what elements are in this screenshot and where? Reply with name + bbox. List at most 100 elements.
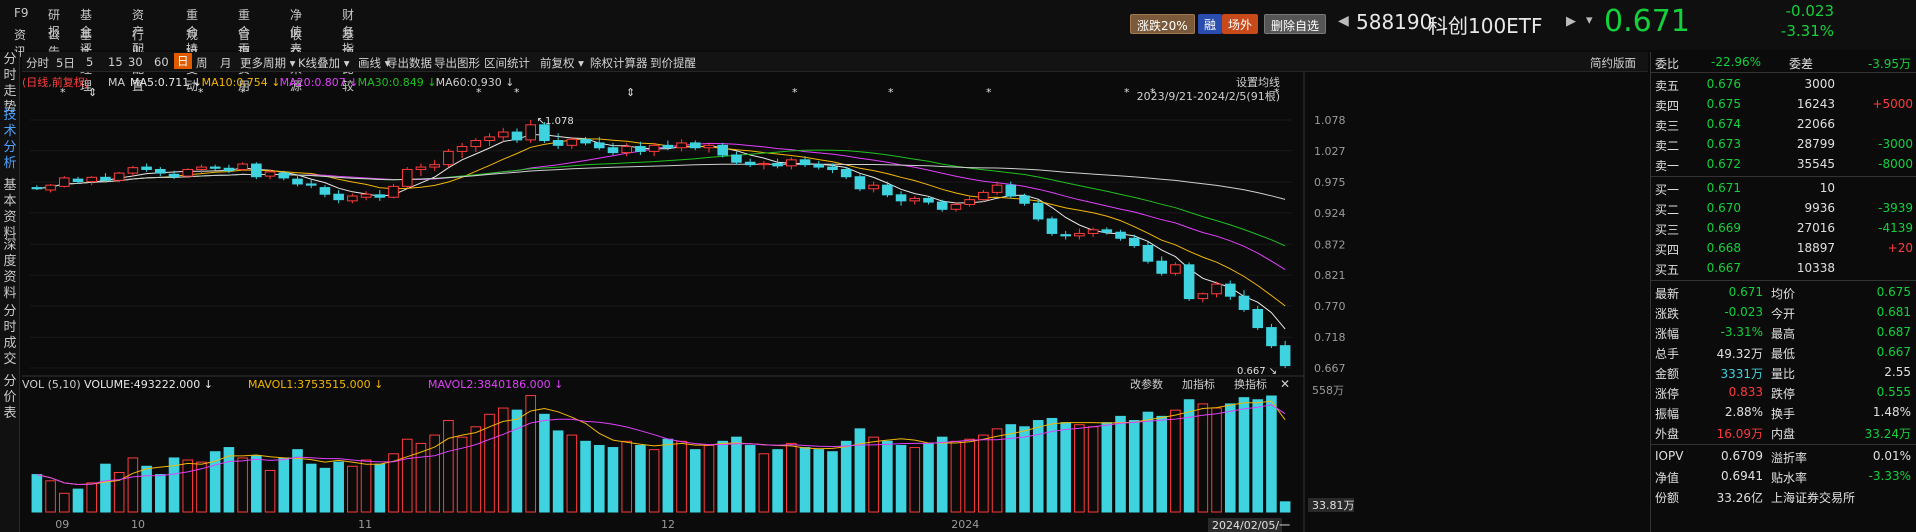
sidebar-item-0[interactable]: 分时走势 xyxy=(0,52,20,116)
candle[interactable] xyxy=(333,189,344,204)
candle[interactable] xyxy=(31,185,43,190)
candle[interactable] xyxy=(1060,231,1071,240)
candle[interactable] xyxy=(813,161,825,170)
toolbar-item-0[interactable]: 分时 xyxy=(26,55,49,71)
candle[interactable] xyxy=(511,128,523,143)
candle[interactable] xyxy=(1156,256,1167,276)
candle[interactable] xyxy=(717,142,729,158)
candle[interactable] xyxy=(141,163,152,172)
toolbar-item-2[interactable]: 5 xyxy=(86,55,93,69)
candle[interactable] xyxy=(1115,229,1126,241)
event-marker[interactable]: * xyxy=(888,86,894,99)
event-marker[interactable]: * xyxy=(240,86,246,99)
candle[interactable] xyxy=(964,196,975,207)
candle[interactable] xyxy=(470,138,482,152)
candle[interactable] xyxy=(1211,281,1222,298)
margin-badge[interactable]: 融 xyxy=(1198,14,1223,34)
sidebar-item-4[interactable]: 分时成交 xyxy=(0,304,20,368)
kline-chart[interactable]: 1.078 1.027 0.975 0.924 0.872 0.821 0.770 0.718… xyxy=(22,72,1648,532)
candle[interactable] xyxy=(388,183,399,199)
toolbar-item-5[interactable]: 60 xyxy=(154,55,169,69)
vol-button-1[interactable]: 加指标 xyxy=(1182,377,1215,391)
sidebar-item-5[interactable]: 分价表 xyxy=(0,374,20,422)
event-marker[interactable]: ⇕ xyxy=(88,86,97,99)
candle[interactable] xyxy=(978,189,989,203)
candle[interactable] xyxy=(45,183,56,193)
event-marker[interactable]: ⇕ xyxy=(626,86,635,99)
candle[interactable] xyxy=(1238,290,1250,312)
candle[interactable] xyxy=(1197,292,1209,303)
close-icon[interactable]: ✕ xyxy=(1280,377,1290,391)
candle[interactable] xyxy=(786,157,797,170)
candle[interactable] xyxy=(237,162,248,171)
toolbar-item-1[interactable]: 5日 xyxy=(56,55,75,71)
candle[interactable] xyxy=(1266,323,1277,349)
candle[interactable] xyxy=(401,167,413,189)
candle[interactable] xyxy=(1142,241,1154,264)
menu-item-0[interactable]: F9 xyxy=(14,6,29,20)
candle[interactable] xyxy=(347,193,358,204)
candle[interactable] xyxy=(772,158,783,169)
sidebar-item-3[interactable]: 深度资料 xyxy=(0,238,20,302)
candle[interactable] xyxy=(1128,234,1140,248)
candle[interactable] xyxy=(1224,280,1236,300)
candle[interactable] xyxy=(689,140,701,151)
remove-favorite-button[interactable]: 删除自选 xyxy=(1264,14,1327,34)
toolbar-item-18[interactable]: 简约版面 xyxy=(1590,55,1636,71)
candle[interactable] xyxy=(127,165,139,177)
candle[interactable] xyxy=(209,164,221,171)
event-marker[interactable]: * xyxy=(1274,86,1280,99)
candle[interactable] xyxy=(909,196,921,205)
candle[interactable] xyxy=(113,171,125,183)
candle[interactable] xyxy=(854,174,866,192)
toolbar-item-3[interactable]: 15 xyxy=(108,55,123,69)
candle[interactable] xyxy=(758,161,770,170)
sidebar-item-2[interactable]: 基本资料 xyxy=(0,178,20,242)
candle[interactable] xyxy=(868,181,879,193)
toolbar-item-9[interactable]: 更多周期 ▾ xyxy=(240,55,295,71)
candle[interactable] xyxy=(374,189,386,201)
toolbar-item-10[interactable]: K线叠加 ▾ xyxy=(298,55,349,71)
vol-button-2[interactable]: 换指标 xyxy=(1234,377,1267,391)
candle[interactable] xyxy=(731,151,742,165)
candle[interactable] xyxy=(251,162,262,180)
event-marker[interactable]: * xyxy=(986,86,992,99)
candle[interactable] xyxy=(882,181,893,198)
candle[interactable] xyxy=(1170,262,1181,276)
event-marker[interactable]: * xyxy=(514,86,520,99)
candle[interactable] xyxy=(292,176,303,187)
more-icon[interactable]: ▾ xyxy=(1586,13,1593,28)
candle[interactable] xyxy=(443,148,454,168)
toolbar-item-12[interactable]: 导出数据 xyxy=(386,55,432,71)
vol-button-0[interactable]: 改参数 xyxy=(1130,377,1163,391)
candle[interactable] xyxy=(456,142,468,159)
candle[interactable] xyxy=(360,191,372,201)
candle[interactable] xyxy=(1252,305,1264,330)
event-marker[interactable]: * xyxy=(1124,86,1130,99)
candle[interactable] xyxy=(950,202,962,212)
candle[interactable] xyxy=(1046,216,1058,236)
candle[interactable] xyxy=(58,176,70,188)
toolbar-item-6[interactable]: 日 xyxy=(174,53,192,69)
candle[interactable] xyxy=(155,167,166,177)
candle[interactable] xyxy=(196,164,207,174)
event-marker[interactable]: * xyxy=(792,86,798,99)
limit-badge[interactable]: 涨跌20% xyxy=(1130,14,1195,34)
candle[interactable] xyxy=(923,197,934,205)
toolbar-item-15[interactable]: 前复权 ▾ xyxy=(540,55,584,71)
event-marker[interactable]: * xyxy=(198,86,204,99)
candle[interactable] xyxy=(648,142,660,157)
next-stock-icon[interactable]: ▶ xyxy=(1566,14,1576,29)
toolbar-item-8[interactable]: 月 xyxy=(220,55,232,71)
toolbar-item-4[interactable]: 30 xyxy=(128,55,143,69)
candle[interactable] xyxy=(484,133,495,146)
candle[interactable] xyxy=(1032,199,1044,222)
candle[interactable] xyxy=(497,127,509,142)
candle[interactable] xyxy=(182,168,194,178)
candle[interactable] xyxy=(100,173,111,183)
toolbar-item-7[interactable]: 周 xyxy=(196,55,208,71)
toolbar-item-17[interactable]: 到价提醒 xyxy=(650,55,696,71)
candle[interactable] xyxy=(1074,228,1085,240)
kline-chart-svg[interactable]: 1.078 1.027 0.975 0.924 0.872 0.821 0.770 0.718… xyxy=(22,72,1648,532)
candle[interactable] xyxy=(895,191,907,206)
